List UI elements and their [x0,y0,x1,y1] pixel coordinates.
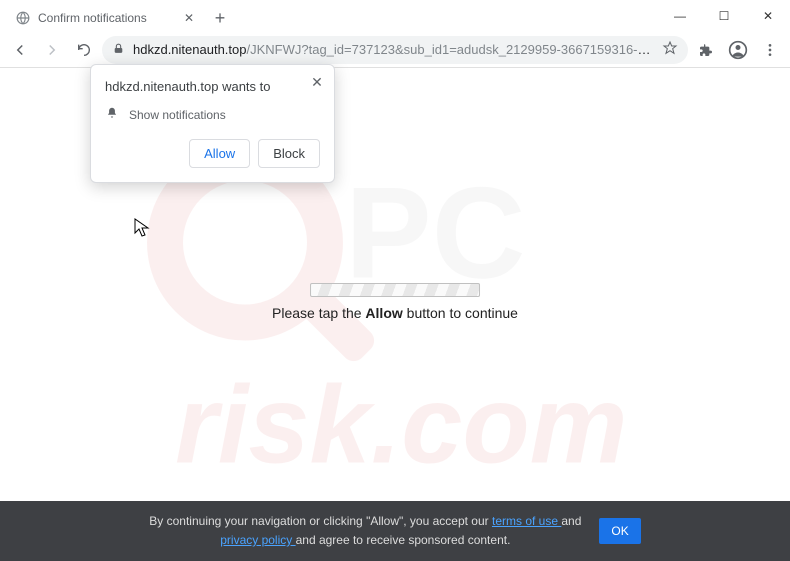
cookie-ok-button[interactable]: OK [599,518,640,544]
lock-icon [112,42,125,58]
cookie-banner-text: By continuing your navigation or clickin… [149,512,581,550]
forward-button[interactable] [38,36,66,64]
reload-button[interactable] [70,36,98,64]
toolbar: hdkzd.nitenauth.top/JKNFWJ?tag_id=737123… [0,32,790,68]
window-maximize-button[interactable]: ☐ [702,0,746,32]
progress-bar [310,283,480,297]
block-button[interactable]: Block [258,139,320,168]
window-minimize-button[interactable]: — [658,0,702,32]
terms-link[interactable]: terms of use [492,514,561,528]
tap-allow-message: Please tap the Allow button to continue [272,305,518,321]
address-bar[interactable]: hdkzd.nitenauth.top/JKNFWJ?tag_id=737123… [102,36,688,64]
url-text: hdkzd.nitenauth.top/JKNFWJ?tag_id=737123… [133,42,654,57]
globe-icon [16,11,30,25]
permission-origin: hdkzd.nitenauth.top wants to [105,79,320,94]
back-button[interactable] [6,36,34,64]
browser-tab[interactable]: Confirm notifications ✕ [6,4,206,32]
window-controls: — ☐ ✕ [658,0,790,32]
allow-button[interactable]: Allow [189,139,250,168]
permission-item: Show notifications [105,106,320,123]
loading-area: Please tap the Allow button to continue [272,283,518,321]
svg-text:risk.com: risk.com [175,363,627,486]
tab-title: Confirm notifications [38,11,174,25]
cookie-banner: By continuing your navigation or clickin… [0,501,790,561]
star-icon[interactable] [662,40,678,59]
profile-icon[interactable] [724,36,752,64]
titlebar: Confirm notifications ✕ + — ☐ ✕ [0,0,790,32]
extensions-icon[interactable] [692,36,720,64]
window-close-button[interactable]: ✕ [746,0,790,32]
tab-close-icon[interactable]: ✕ [182,11,196,25]
close-icon[interactable]: ✕ [310,75,324,89]
new-tab-button[interactable]: + [206,4,234,32]
privacy-link[interactable]: privacy policy [220,533,295,547]
menu-icon[interactable] [756,36,784,64]
bell-icon [105,106,119,123]
notification-permission-dialog: ✕ hdkzd.nitenauth.top wants to Show noti… [90,64,335,183]
